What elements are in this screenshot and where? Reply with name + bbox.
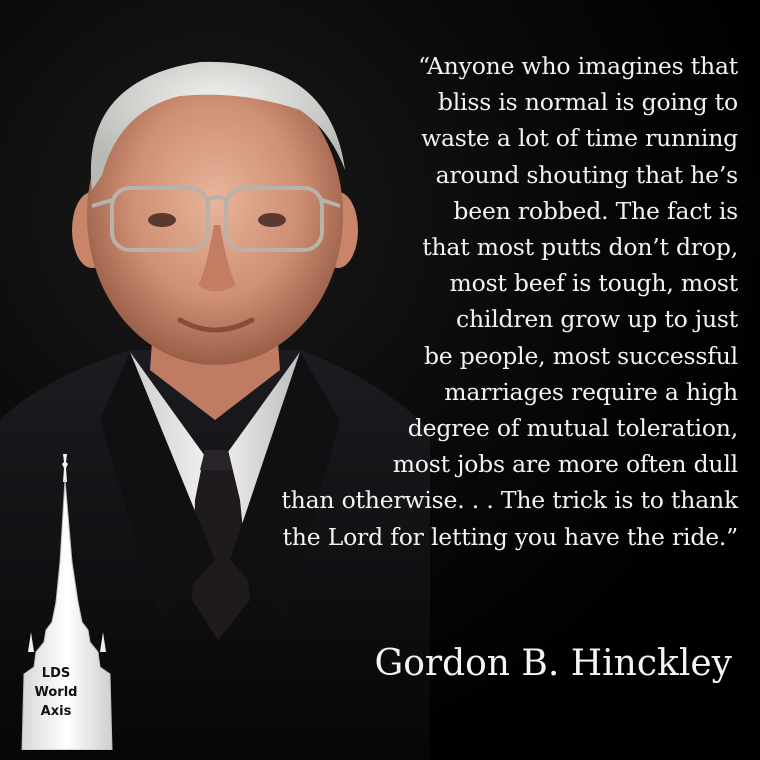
quote-line: “Anyone who imagines that (418, 52, 738, 80)
quote-line: children grow up to just (456, 305, 738, 334)
quote-line: be people, most successful (423, 341, 738, 370)
quote-line: than otherwise. . . The trick is to than… (281, 486, 738, 515)
quote-line: waste a lot of time running (421, 124, 738, 153)
quote-line: the Lord for letting you have the ride.” (282, 522, 739, 551)
logo-line-world: World (34, 685, 78, 700)
quote-line: that most putts don’t drop, (422, 233, 738, 262)
quote-image: “Anyone who imagines that bliss is norma… (0, 0, 760, 760)
quote-line: been robbed. The fact is (453, 196, 738, 225)
quote-line: most beef is tough, most (449, 269, 739, 298)
logo-label: LDS World Axis (22, 664, 90, 721)
quote-text: “Anyone who imagines that bliss is norma… (198, 48, 738, 555)
quote-line: bliss is normal is going to (437, 88, 738, 117)
logo-line-lds: LDS (41, 666, 71, 681)
quote-line: around shouting that he’s (435, 160, 739, 189)
quote-line: degree of mutual toleration, (407, 414, 738, 443)
quote-line: marriages require a high (444, 377, 738, 406)
logo-line-axis: Axis (40, 704, 72, 719)
author-name: Gordon B. Hinckley (374, 643, 732, 684)
quote-line: most jobs are more often dull (392, 450, 738, 479)
